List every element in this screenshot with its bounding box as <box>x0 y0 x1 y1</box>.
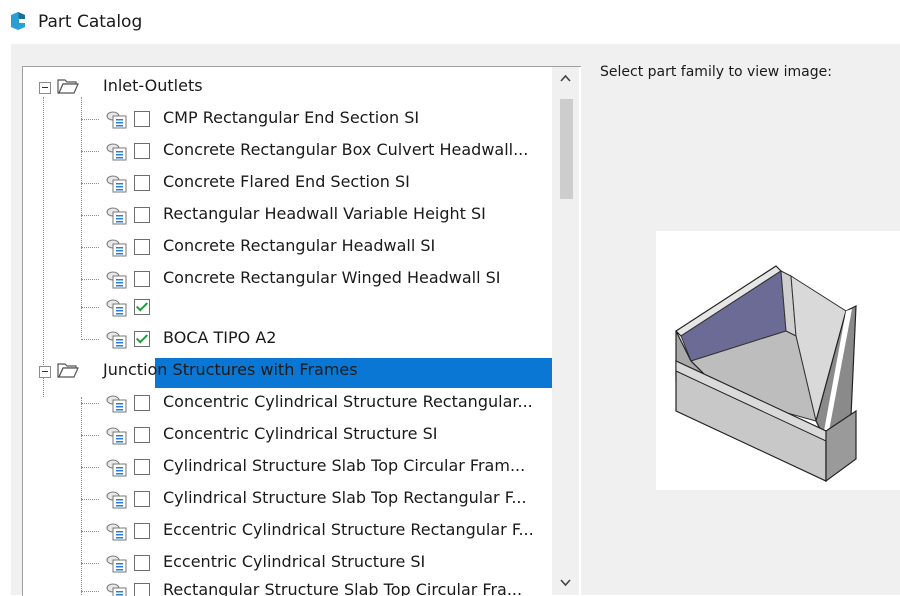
tree-item-selected[interactable]: BOCA <box>23 292 553 322</box>
tree-connector <box>81 563 99 565</box>
item-checkbox[interactable] <box>134 143 150 159</box>
collapse-toggle-icon[interactable] <box>39 82 51 94</box>
scroll-up-arrow-icon[interactable] <box>552 67 579 91</box>
tree-item-label: Concrete Rectangular Box Culvert Headwal… <box>163 140 529 159</box>
tree-item-label: Rectangular Headwall Variable Height SI <box>163 204 486 223</box>
tree-item-label: Concrete Rectangular Winged Headwall SI <box>163 268 501 287</box>
part-family-icon <box>106 331 127 349</box>
tree-connector <box>81 183 99 185</box>
tree-item[interactable]: Concrete Flared End Section SI <box>23 168 553 198</box>
preview-hint: Select part family to view image: <box>600 64 832 80</box>
item-checkbox[interactable] <box>134 175 150 191</box>
tree-item-label: Concentric Cylindrical Structure Rectang… <box>163 392 533 411</box>
civil3d-app-icon <box>11 12 25 30</box>
item-checkbox[interactable] <box>134 427 150 443</box>
tree-connector <box>81 307 99 309</box>
tree-item[interactable]: BOCA TIPO A2 <box>23 324 553 354</box>
tree-connector <box>81 435 99 437</box>
tree-item[interactable]: Concentric Cylindrical Structure Rectang… <box>23 388 553 418</box>
item-checkbox[interactable] <box>134 207 150 223</box>
tree-group-label: Junction Structures with Frames <box>103 360 358 379</box>
tree-item[interactable]: Eccentric Cylindrical Structure SI <box>23 548 553 578</box>
item-checkbox[interactable] <box>134 395 150 411</box>
tree-item-label: Concrete Flared End Section SI <box>163 172 410 191</box>
item-checkbox[interactable] <box>134 111 150 127</box>
item-checkbox[interactable] <box>134 239 150 255</box>
part-family-icon <box>106 555 127 573</box>
part-family-icon <box>106 175 127 193</box>
window-title: Part Catalog <box>38 12 143 32</box>
tree-item-label: Rectangular Structure Slab Top Circular … <box>163 580 523 596</box>
tree-item[interactable]: Concrete Rectangular Winged Headwall SI <box>23 264 553 294</box>
tree-group-label: Inlet-Outlets <box>103 76 203 95</box>
collapse-toggle-icon[interactable] <box>39 366 51 378</box>
part-family-icon <box>106 239 127 257</box>
part-family-icon <box>106 523 127 541</box>
item-checkbox-checked[interactable] <box>134 299 150 315</box>
item-checkbox[interactable] <box>134 271 150 287</box>
tree-item-label: Concentric Cylindrical Structure SI <box>163 424 438 443</box>
tree-item[interactable]: Cylindrical Structure Slab Top Rectangul… <box>23 484 553 514</box>
tree-item-label: Eccentric Cylindrical Structure SI <box>163 552 426 571</box>
item-checkbox[interactable] <box>134 583 150 596</box>
tree-item[interactable]: CMP Rectangular End Section SI <box>23 104 553 134</box>
tree-item-label: BOCA <box>163 296 209 315</box>
tree-connector <box>81 499 99 501</box>
item-checkbox-checked[interactable] <box>134 331 150 347</box>
item-checkbox[interactable] <box>134 491 150 507</box>
item-checkbox[interactable] <box>134 523 150 539</box>
tree-scrollbar[interactable] <box>552 67 579 595</box>
scroll-thumb[interactable] <box>560 99 573 199</box>
part-preview-image <box>656 231 900 490</box>
title-bar: Part Catalog <box>0 0 900 44</box>
tree-connector <box>81 339 99 341</box>
part-family-icon <box>106 459 127 477</box>
part-family-icon <box>106 491 127 509</box>
tree-connector <box>81 403 99 405</box>
headwall-preview-illustration <box>675 265 857 483</box>
tree-item-label: Eccentric Cylindrical Structure Rectangu… <box>163 520 534 539</box>
part-family-icon <box>106 427 127 445</box>
folder-open-icon <box>57 363 79 378</box>
part-family-icon <box>106 143 127 161</box>
item-checkbox[interactable] <box>134 555 150 571</box>
tree-item[interactable]: Concrete Rectangular Box Culvert Headwal… <box>23 136 553 166</box>
part-family-icon <box>106 207 127 225</box>
tree-item[interactable]: Concrete Rectangular Headwall SI <box>23 232 553 262</box>
item-checkbox[interactable] <box>134 459 150 475</box>
tree-item[interactable]: Cylindrical Structure Slab Top Circular … <box>23 452 553 482</box>
folder-open-icon <box>57 79 79 94</box>
tree-connector <box>81 215 99 217</box>
tree-connector <box>81 531 99 533</box>
tree-item[interactable]: Eccentric Cylindrical Structure Rectangu… <box>23 516 553 546</box>
tree-group-inlet-outlets[interactable]: Inlet-Outlets <box>23 72 553 102</box>
tree-connector <box>81 151 99 153</box>
tree-connector <box>81 467 99 469</box>
tree-item[interactable]: Rectangular Structure Slab Top Circular … <box>23 576 553 596</box>
part-family-icon <box>106 583 127 596</box>
part-family-icon <box>106 271 127 289</box>
part-family-icon <box>106 299 127 317</box>
tree-item-label: Concrete Rectangular Headwall SI <box>163 236 436 255</box>
scroll-down-arrow-icon[interactable] <box>552 571 579 595</box>
part-family-icon <box>106 111 127 129</box>
tree-item-label: Cylindrical Structure Slab Top Circular … <box>163 456 526 475</box>
tree-item[interactable]: Rectangular Headwall Variable Height SI <box>23 200 553 230</box>
tree-connector <box>81 247 99 249</box>
part-family-icon <box>106 395 127 413</box>
tree-item-label: BOCA TIPO A2 <box>163 328 277 347</box>
tree-item[interactable]: Concentric Cylindrical Structure SI <box>23 420 553 450</box>
tree-connector <box>81 279 99 281</box>
tree-item-label: Cylindrical Structure Slab Top Rectangul… <box>163 488 527 507</box>
tree-item-label: CMP Rectangular End Section SI <box>163 108 420 127</box>
tree-connector <box>81 119 99 121</box>
tree-connector <box>81 591 99 593</box>
tree-group-junction-structures[interactable]: Junction Structures with Frames <box>23 356 553 386</box>
part-family-tree[interactable]: Inlet-Outlets CMP Rectangular End Sectio… <box>22 66 581 596</box>
